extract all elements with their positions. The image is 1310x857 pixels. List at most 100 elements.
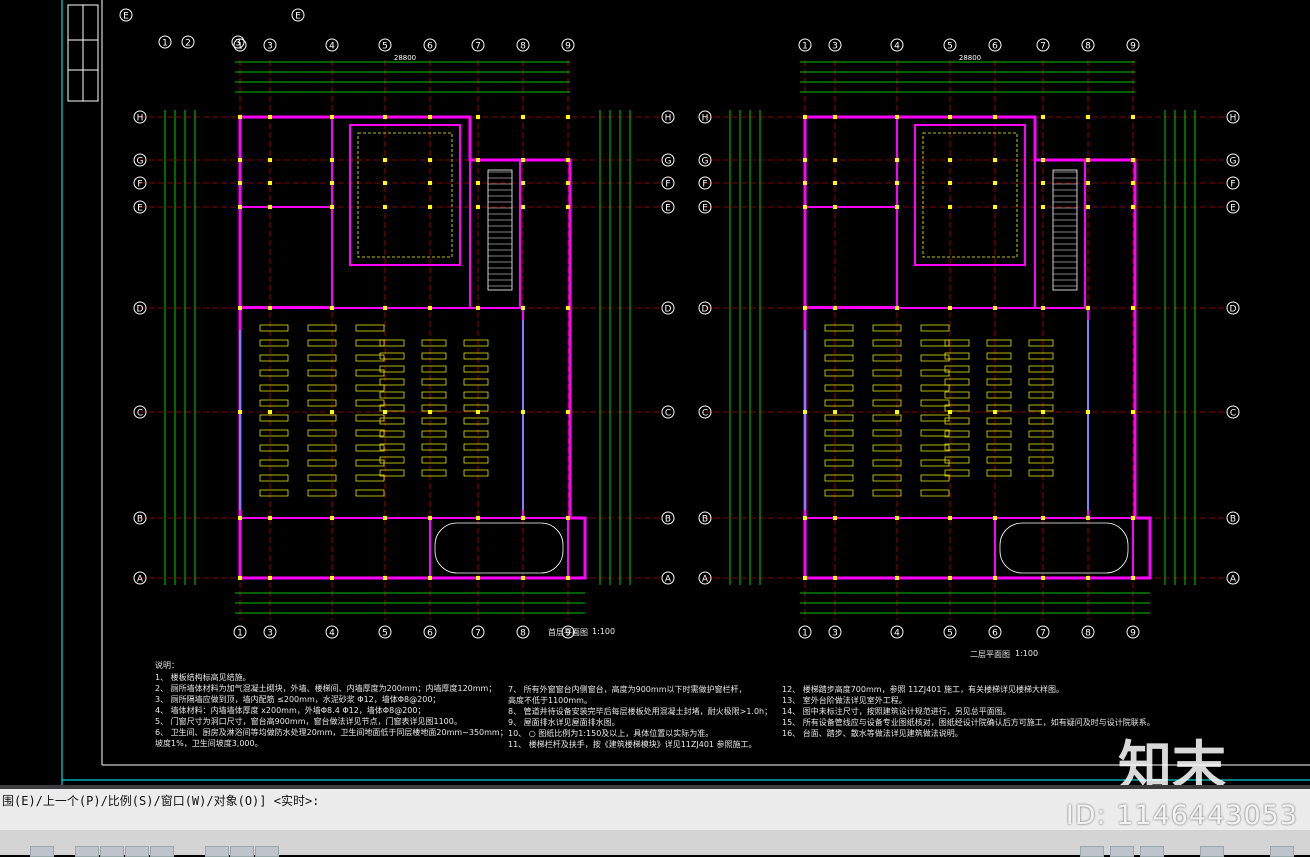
dining-table bbox=[355, 384, 385, 392]
dining-table bbox=[259, 459, 289, 467]
status-button[interactable] bbox=[150, 846, 174, 857]
dining-table bbox=[986, 352, 1012, 360]
status-button[interactable] bbox=[100, 846, 124, 857]
plan2-axis-bottom-label: 8 bbox=[1085, 629, 1091, 639]
dining-table bbox=[1028, 365, 1054, 373]
dining-table bbox=[259, 429, 289, 437]
column bbox=[566, 205, 570, 209]
dining-table bbox=[986, 469, 1012, 477]
dining-table bbox=[986, 365, 1012, 373]
dining-table bbox=[824, 444, 854, 452]
status-button[interactable] bbox=[1140, 846, 1164, 857]
column bbox=[330, 516, 334, 520]
dining-table bbox=[421, 430, 447, 438]
plan1-axis-right-label: C bbox=[665, 409, 671, 419]
plan1-axis-left-label: E bbox=[137, 204, 143, 214]
column bbox=[428, 576, 432, 580]
dining-table bbox=[463, 456, 489, 464]
column bbox=[948, 181, 952, 185]
dining-table bbox=[355, 324, 385, 332]
plan2-axis-top-label: 4 bbox=[894, 42, 900, 52]
dining-table bbox=[986, 339, 1012, 347]
status-button[interactable] bbox=[1270, 846, 1294, 857]
cad-drawing[interactable]: 1133445566778899H HG GF FE ED DC CB BA A28800113… bbox=[0, 0, 1310, 785]
status-button[interactable] bbox=[205, 846, 229, 857]
dining-table bbox=[421, 456, 447, 464]
exterior-wall bbox=[238, 115, 587, 580]
plan1-axis-top-label: 9 bbox=[565, 42, 571, 52]
plan2-axis-left-label: D bbox=[702, 305, 709, 315]
status-button[interactable] bbox=[230, 846, 254, 857]
central-hall bbox=[349, 124, 461, 266]
column bbox=[833, 410, 837, 414]
dining-table bbox=[824, 339, 854, 347]
plan1-axis-bottom-label: 3 bbox=[267, 629, 273, 639]
column bbox=[383, 306, 387, 310]
status-button[interactable] bbox=[125, 846, 149, 857]
central-hall bbox=[914, 124, 1026, 266]
status-button[interactable] bbox=[75, 846, 99, 857]
dining-table bbox=[421, 469, 447, 477]
plan1-axis-bottom-label: 4 bbox=[329, 629, 335, 639]
drawing-canvas[interactable]: 1 1 3 3 4 4 5 5 6 6 7 7 8 8 9 9 H H G G F F E E D D C C B B A A 28800 1 1 3… bbox=[0, 0, 1310, 798]
column bbox=[1041, 181, 1045, 185]
column bbox=[895, 205, 899, 209]
plan1-axis-top-label: 7 bbox=[475, 42, 481, 52]
dining-table bbox=[1028, 391, 1054, 399]
column bbox=[803, 576, 807, 580]
dining-table bbox=[259, 474, 289, 482]
note-line: 14、 图中未标注尺寸，按照建筑设计规范进行，另见总平面图。 bbox=[782, 707, 1011, 716]
column bbox=[238, 306, 242, 310]
note-line: 3、 厕所隔墙应做到顶，墙内配筋 ≤200mm，水泥砂浆 Φ12，墙体Φ8@20… bbox=[155, 695, 441, 704]
column bbox=[993, 576, 997, 580]
dining-table bbox=[421, 378, 447, 386]
plan1-axis-top-label: 4 bbox=[329, 42, 335, 52]
dining-table bbox=[259, 384, 289, 392]
column bbox=[1086, 181, 1090, 185]
status-button[interactable] bbox=[1080, 846, 1104, 857]
column bbox=[383, 181, 387, 185]
status-button[interactable] bbox=[30, 846, 54, 857]
column bbox=[476, 205, 480, 209]
note-line: 2、 厕所墙体材料为加气混凝土砌块，外墙、楼梯间、内墙厚度为200mm；内墙厚度… bbox=[155, 684, 497, 693]
column bbox=[833, 115, 837, 119]
column bbox=[993, 516, 997, 520]
column bbox=[238, 516, 242, 520]
stair-right bbox=[1052, 169, 1078, 291]
plan1-axis-left-label: H bbox=[137, 114, 144, 124]
dining-table bbox=[1028, 430, 1054, 438]
column bbox=[948, 306, 952, 310]
room-stair-left bbox=[804, 116, 898, 208]
status-button[interactable] bbox=[1200, 846, 1224, 857]
column bbox=[895, 306, 899, 310]
plan2-axis-right-label: C bbox=[1230, 409, 1236, 419]
command-prompt[interactable]: 围(E)/上一个(P)/比例(S)/窗口(W)/对象(O)] <实时>: bbox=[0, 792, 319, 810]
dining-table bbox=[986, 404, 1012, 412]
column bbox=[1041, 516, 1045, 520]
extra-axis-label: 2 bbox=[185, 39, 191, 49]
status-button[interactable] bbox=[1110, 846, 1134, 857]
status-button[interactable] bbox=[255, 846, 279, 857]
plan2-axis-bottom-label: 5 bbox=[947, 629, 953, 639]
column bbox=[833, 306, 837, 310]
column bbox=[833, 158, 837, 162]
plan2-axis-left-label: B bbox=[702, 515, 708, 525]
hall-outline bbox=[357, 132, 453, 258]
dining-table bbox=[379, 339, 405, 347]
column bbox=[268, 306, 272, 310]
dining-table bbox=[920, 384, 950, 392]
extra-axis-e2-label: E bbox=[295, 12, 301, 22]
column bbox=[566, 410, 570, 414]
column bbox=[1086, 205, 1090, 209]
column bbox=[948, 516, 952, 520]
dining-table bbox=[259, 324, 289, 332]
exterior-wall bbox=[803, 115, 1152, 580]
plan2-axis-right-label: F bbox=[1230, 180, 1235, 190]
note-line: 12、 楼梯踏步高度700mm，参照 11ZJ401 施工，有关楼梯详见楼梯大样… bbox=[782, 685, 1064, 694]
column bbox=[428, 158, 432, 162]
plan1-scale: 1:100 bbox=[592, 627, 616, 636]
plan1-axis-bottom-label: 6 bbox=[427, 629, 433, 639]
dining-table bbox=[463, 391, 489, 399]
plan2-axis-left-label: G bbox=[702, 157, 709, 167]
column bbox=[566, 181, 570, 185]
